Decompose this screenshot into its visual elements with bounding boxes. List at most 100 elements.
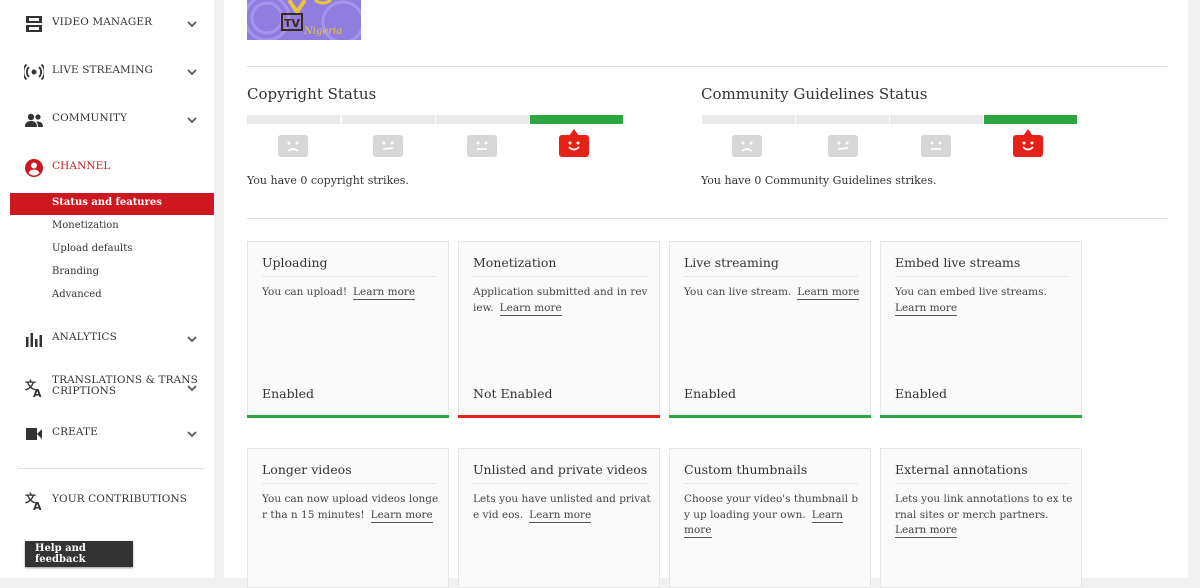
learn-more-link[interactable]: Learn more [797, 286, 860, 300]
help-and-feedback-button[interactable]: Help and feedback [25, 541, 133, 567]
card-status: Enabled [684, 386, 737, 401]
card-title: Longer videos [262, 462, 436, 484]
sidebar-item-label: TRANSLATIONS & TRANS CRIPTIONS [52, 374, 198, 397]
card-title: Uploading [262, 255, 436, 277]
feature-card-monetization: Monetization Application submitted and i… [458, 241, 660, 418]
sidebar-item-create[interactable]: CREATE [0, 414, 214, 454]
sidebar-item-your-contributions[interactable]: 文A YOUR CONTRIBUTIONS [0, 481, 214, 521]
feature-card-external-annotations: External annotations Lets you link annot… [880, 448, 1082, 588]
create-icon [26, 428, 42, 440]
strike-segment [890, 115, 983, 124]
copyright-status-title: Copyright Status [247, 85, 377, 103]
strike-segment [436, 115, 529, 124]
sidebar-item-video-manager[interactable]: VIDEO MANAGER [0, 4, 214, 44]
learn-more-link[interactable]: Learn more [370, 508, 433, 523]
learn-more-link[interactable]: Learn more [353, 286, 416, 300]
chevron-down-icon[interactable] [186, 66, 198, 78]
card-description: Choose your video's thumbnail by up load… [684, 493, 859, 538]
scrollbar-track[interactable] [1190, 0, 1200, 383]
sidebar-item-label: COMMUNITY [52, 112, 128, 124]
card-description: Application submitted and in rev iew. Lea… [473, 286, 648, 316]
sidebar-item-analytics[interactable]: ANALYTICS [0, 319, 214, 359]
chevron-down-icon[interactable] [186, 114, 198, 126]
analytics-icon [26, 333, 42, 347]
card-status-bar [669, 415, 871, 418]
strike-segment [702, 115, 795, 124]
strike-segment [796, 115, 889, 124]
card-description: Lets you have unlisted and private vid e… [473, 493, 651, 523]
card-title: Custom thumbnails [684, 462, 858, 484]
sidebar-item-live-streaming[interactable]: LIVE STREAMING [0, 52, 214, 92]
card-title: Unlisted and private videos [473, 462, 647, 484]
main-content: TV Nigeria Copyright Status You have 0 c… [224, 0, 1188, 588]
card-description: You can now upload videos longer tha n 1… [262, 493, 439, 523]
divider [247, 66, 1167, 67]
divider [247, 218, 1167, 219]
card-status: Enabled [262, 386, 315, 401]
channel-icon [25, 159, 43, 177]
happy-face-icon [1013, 129, 1043, 157]
learn-more-link[interactable]: Learn more [895, 301, 958, 316]
video-manager-icon [26, 16, 42, 32]
card-status: Enabled [895, 386, 948, 401]
learn-more-link[interactable]: Learn more [529, 508, 592, 523]
sidebar-item-label: YOUR CONTRIBUTIONS [52, 493, 188, 505]
community-guidelines-status-title: Community Guidelines Status [701, 85, 928, 103]
neutral-face-icon [828, 135, 858, 157]
sidebar-subitem-upload-defaults[interactable]: Upload defaults [10, 239, 214, 261]
svg-text:Nigeria: Nigeria [303, 26, 342, 37]
chevron-down-icon[interactable] [186, 382, 198, 394]
chevron-down-icon[interactable] [186, 428, 198, 440]
sidebar-subitem-monetization[interactable]: Monetization [10, 216, 214, 238]
card-description: You can upload! Learn more [262, 286, 416, 300]
svg-text:A: A [33, 387, 42, 398]
feature-card-embed-live-streams: Embed live streams You can embed live st… [880, 241, 1082, 418]
svg-text:A: A [33, 500, 42, 511]
sad-face-icon [732, 135, 762, 157]
card-title: Embed live streams [895, 255, 1069, 277]
sidebar-subitem-advanced[interactable]: Advanced [10, 285, 214, 307]
strike-segment [342, 115, 435, 124]
sidebar: VIDEO MANAGER LIVE STREAMING COMMUNITY C… [0, 0, 214, 383]
strike-segment [247, 115, 340, 124]
sidebar-item-channel[interactable]: CHANNEL [0, 148, 214, 188]
feature-card-uploading: Uploading You can upload! Learn more Enab… [247, 241, 449, 418]
community-guidelines-strike-text: You have 0 Community Guidelines strikes. [701, 174, 937, 187]
sidebar-item-label: ANALYTICS [52, 331, 117, 343]
card-description: You can live stream. Learn more [684, 286, 860, 300]
card-title: Monetization [473, 255, 647, 277]
channel-logo: TV Nigeria [247, 0, 361, 40]
sidebar-divider [18, 468, 204, 469]
learn-more-link[interactable]: Learn more [499, 301, 562, 316]
card-status-bar [247, 415, 449, 418]
community-icon [25, 113, 43, 127]
chevron-down-icon[interactable] [186, 18, 198, 30]
strike-segment-current [984, 115, 1077, 124]
sad-face-icon [278, 135, 308, 157]
feature-card-custom-thumbnails: Custom thumbnails Choose your video's th… [669, 448, 871, 588]
svg-text:TV: TV [284, 17, 301, 30]
feature-card-longer-videos: Longer videos You can now upload videos … [247, 448, 449, 588]
sidebar-item-label: LIVE STREAMING [52, 64, 153, 76]
sidebar-item-translations[interactable]: 文A TRANSLATIONS & TRANS CRIPTIONS [0, 372, 214, 408]
sidebar-item-label: CHANNEL [52, 160, 111, 172]
feature-card-live-streaming: Live streaming You can live stream. Learn… [669, 241, 871, 418]
translate-icon: 文A [25, 491, 42, 511]
feature-card-unlisted-private-videos: Unlisted and private videos Lets you hav… [458, 448, 660, 588]
card-description: Lets you link annotations to ex ternal s… [895, 493, 1073, 538]
neutral-face-icon [467, 135, 497, 157]
live-streaming-icon [24, 63, 44, 81]
learn-more-link[interactable]: Learn more [895, 524, 958, 538]
chevron-down-icon[interactable] [186, 333, 198, 345]
neutral-face-icon [373, 135, 403, 157]
card-title: External annotations [895, 462, 1069, 484]
sidebar-subitem-status-and-features[interactable]: Status and features [10, 193, 214, 215]
sidebar-item-label: CREATE [52, 426, 98, 438]
channel-logo-art: TV Nigeria [247, 0, 361, 40]
sidebar-subitem-branding[interactable]: Branding [10, 262, 214, 284]
card-title: Live streaming [684, 255, 858, 277]
card-status: Not Enabled [473, 386, 553, 401]
sidebar-item-label: VIDEO MANAGER [52, 16, 153, 28]
sidebar-item-community[interactable]: COMMUNITY [0, 100, 214, 140]
happy-face-icon [559, 129, 589, 157]
